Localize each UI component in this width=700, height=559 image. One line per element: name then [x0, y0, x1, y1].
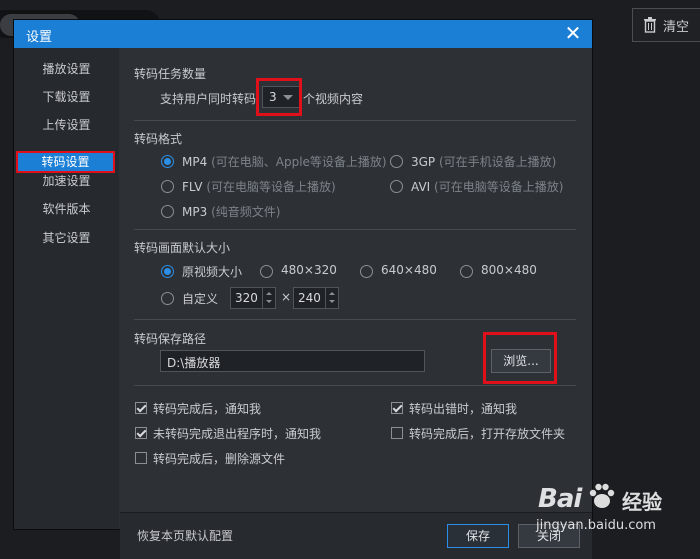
notify-on-complete-label[interactable]: 转码完成后，通知我 [153, 400, 261, 417]
settings-sidebar: 播放设置 下载设置 上传设置 转码设置 加速设置 软件版本 其它设置 [14, 48, 119, 529]
format-flv-label: FLV [182, 180, 203, 194]
save-button[interactable]: 保存 [447, 524, 509, 548]
size-480x320-radio[interactable] [260, 265, 273, 278]
stepper-up-icon[interactable] [329, 292, 335, 295]
sidebar-item-version[interactable]: 软件版本 [14, 197, 119, 221]
size-original-radio[interactable] [161, 265, 174, 278]
separator [134, 120, 576, 121]
format-3gp-label: 3GP [411, 155, 436, 169]
format-3gp-radio[interactable] [390, 155, 403, 168]
size-custom-label[interactable]: 自定义 [182, 290, 218, 307]
size-480x320-label[interactable]: 480×320 [281, 263, 337, 277]
clear-button[interactable]: 清空 [632, 8, 700, 42]
notify-on-error-checkbox[interactable] [391, 402, 403, 414]
format-mp3-radio[interactable] [161, 205, 174, 218]
settings-dialog: 设置 ✕ 播放设置 下载设置 上传设置 转码设置 加速设置 软件版本 其它设置 … [13, 19, 593, 559]
size-800x480-radio[interactable] [460, 265, 473, 278]
delete-source-checkbox[interactable] [135, 452, 147, 464]
separator [134, 385, 576, 386]
open-folder-label[interactable]: 转码完成后，打开存放文件夹 [409, 425, 565, 442]
clear-label: 清空 [663, 19, 690, 35]
size-custom-radio[interactable] [161, 292, 174, 305]
format-3gp-hint: (可在手机设备上播放) [439, 155, 557, 169]
format-flv-hint: (可在电脑等设备上播放) [206, 180, 336, 194]
stepper-down-icon[interactable] [329, 300, 335, 303]
open-folder-checkbox[interactable] [391, 427, 403, 439]
format-mp4-option[interactable]: MP4 (可在电脑、Apple等设备上播放) [182, 153, 387, 170]
notify-on-exit-checkbox[interactable] [135, 427, 147, 439]
custom-height-value: 240 [298, 291, 321, 305]
size-800x480-label[interactable]: 800×480 [481, 263, 537, 277]
dialog-titlebar: 设置 ✕ [14, 20, 592, 48]
size-original-label[interactable]: 原视频大小 [182, 263, 242, 280]
format-mp4-radio[interactable] [161, 155, 174, 168]
format-avi-radio[interactable] [390, 180, 403, 193]
format-avi-label: AVI [411, 180, 431, 194]
size-times-sign: × [281, 290, 292, 304]
size-640x480-label[interactable]: 640×480 [381, 263, 437, 277]
close-icon[interactable]: ✕ [562, 22, 584, 44]
restore-defaults-link[interactable]: 恢复本页默认配置 [137, 527, 233, 544]
format-mp3-label: MP3 [182, 205, 208, 219]
size-640x480-radio[interactable] [360, 265, 373, 278]
sidebar-item-download[interactable]: 下载设置 [14, 85, 119, 109]
notify-on-exit-label[interactable]: 未转码完成退出程序时，通知我 [153, 425, 321, 442]
format-mp3-hint: (纯音频文件) [211, 205, 281, 219]
custom-height-stepper[interactable]: 240 [293, 287, 339, 309]
sidebar-item-upload[interactable]: 上传设置 [14, 113, 119, 137]
format-mp3-option[interactable]: MP3 (纯音频文件) [182, 203, 280, 220]
format-mp4-hint: (可在电脑、Apple等设备上播放) [211, 155, 387, 169]
highlight-box-task-count [256, 78, 302, 116]
notify-on-error-label[interactable]: 转码出错时，通知我 [409, 400, 517, 417]
dialog-footer: 恢复本页默认配置 保存 关闭 [120, 513, 592, 559]
format-3gp-option[interactable]: 3GP (可在手机设备上播放) [411, 153, 556, 170]
watermark-suffix: 经验 [622, 490, 662, 514]
format-avi-option[interactable]: AVI (可在电脑等设备上播放) [411, 178, 563, 195]
format-mp4-label: MP4 [182, 155, 208, 169]
sidebar-item-playback[interactable]: 播放设置 [14, 57, 119, 81]
stepper-down-icon[interactable] [266, 300, 272, 303]
format-avi-hint: (可在电脑等设备上播放) [434, 180, 564, 194]
custom-width-stepper[interactable]: 320 [230, 287, 276, 309]
format-flv-option[interactable]: FLV (可在电脑等设备上播放) [182, 178, 336, 195]
save-path-input[interactable]: D:\播放器 [160, 350, 425, 372]
trash-icon [644, 17, 656, 33]
tasks-prefix: 支持用户同时转码 [160, 92, 257, 106]
size-section-title: 转码画面默认大小 [134, 241, 231, 255]
tasks-section-title: 转码任务数量 [134, 67, 207, 81]
stepper-up-icon[interactable] [266, 292, 272, 295]
delete-source-label[interactable]: 转码完成后，删除源文件 [153, 450, 285, 467]
format-section-title: 转码格式 [134, 132, 183, 146]
separator [134, 229, 576, 230]
transcode-settings-panel: 转码任务数量 支持用户同时转码 3 个视频内容 转码格式 MP4 (可在电脑、A… [120, 48, 592, 559]
sidebar-item-acceleration[interactable]: 加速设置 [14, 169, 119, 193]
separator [134, 319, 576, 320]
notify-on-complete-checkbox[interactable] [135, 402, 147, 414]
sidebar-item-other[interactable]: 其它设置 [14, 226, 119, 250]
custom-width-value: 320 [235, 291, 258, 305]
close-button[interactable]: 关闭 [518, 524, 580, 548]
dialog-title: 设置 [26, 30, 53, 45]
highlight-box-browse [483, 332, 557, 384]
format-flv-radio[interactable] [161, 180, 174, 193]
path-section-title: 转码保存路径 [134, 332, 207, 346]
tasks-suffix: 个视频内容 [303, 92, 364, 106]
